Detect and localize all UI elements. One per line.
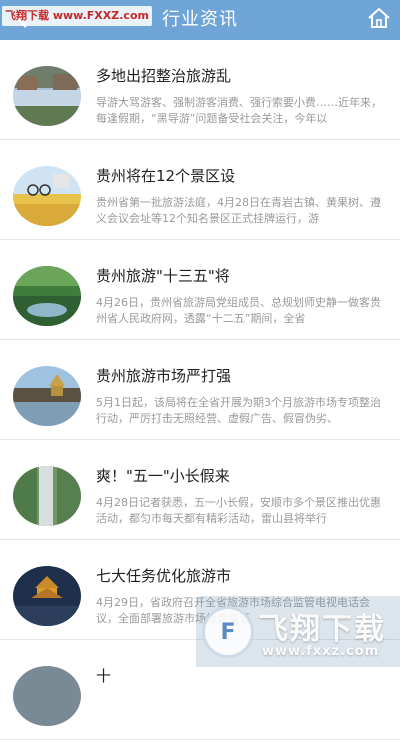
news-item[interactable]: 爽！"五一"小长假来 4月28日记者获悉，五一小长假，安顺市多个景区推出优惠活动… — [0, 440, 400, 540]
news-title: 贵州旅游市场严打强 — [96, 367, 232, 385]
news-summary: 5月1日起，该局将在全省开展为期3个月旅游市场专项整治行动，严厉打击无照经营、虚… — [96, 396, 381, 425]
news-item[interactable]: 贵州旅游市场严打强 5月1日起，该局将在全省开展为期3个月旅游市场专项整治行动，… — [0, 340, 400, 440]
news-summary: 4月26日，贵州省旅游局党组成员、总规划师史静一做客贵州省人民政府网，透露“十二… — [96, 296, 381, 325]
news-item[interactable]: 多地出招整治旅游乱 导游大骂游客、强制游客消费、强行索要小费……近年来，每逢假期… — [0, 40, 400, 140]
news-title: 多地出招整治旅游乱 — [96, 67, 232, 85]
news-summary: 4月28日记者获悉，五一小长假，安顺市多个景区推出优惠活动，都匀市每天都有精彩活… — [96, 496, 381, 525]
news-item[interactable]: 贵州旅游"十三五"将 4月26日，贵州省旅游局党组成员、总规划师史静一做客贵州省… — [0, 240, 400, 340]
header-bar: 行业资讯 飞翔下载 www.FXXZ.com — [0, 0, 400, 40]
news-thumbnail — [13, 466, 81, 526]
news-thumbnail — [13, 666, 81, 726]
news-item[interactable]: 贵州将在12个景区设 贵州省第一批旅游法庭，4月28日在青岩古镇、黄果树、遵义会… — [0, 140, 400, 240]
watermark-text: 飞翔下载 www.FXXZ.com — [2, 6, 152, 26]
news-list: 多地出招整治旅游乱 导游大骂游客、强制游客消费、强行索要小费……近年来，每逢假期… — [0, 40, 400, 740]
news-title: 贵州将在12个景区设 — [96, 167, 236, 185]
news-thumbnail — [13, 266, 81, 326]
news-summary — [96, 695, 390, 729]
news-item[interactable]: 七大任务优化旅游市 4月29日，省政府召开全省旅游市场综合监管电视电话会议，全面… — [0, 540, 400, 640]
news-summary: 导游大骂游客、强制游客消费、强行索要小费……近年来，每逢假期，“黑导游”问题备受… — [96, 96, 382, 125]
news-item[interactable]: 十 — [0, 640, 400, 740]
news-thumbnail — [13, 366, 81, 426]
news-title: 爽！"五一"小长假来 — [96, 467, 230, 485]
news-summary: 4月29日，省政府召开全省旅游市场综合监管电视电话会议，全面部署旅游市场综合监管 — [96, 596, 370, 625]
news-thumbnail — [13, 566, 81, 626]
news-thumbnail — [13, 166, 81, 226]
news-title: 七大任务优化旅游市 — [96, 567, 232, 585]
news-summary: 贵州省第一批旅游法庭，4月28日在青岩古镇、黄果树、遵义会议会址等12个知名景区… — [96, 196, 381, 225]
news-title: 十 — [96, 667, 112, 685]
home-icon — [367, 7, 391, 33]
news-thumbnail — [13, 66, 81, 126]
news-title: 贵州旅游"十三五"将 — [96, 267, 230, 285]
home-button[interactable] — [364, 5, 394, 35]
